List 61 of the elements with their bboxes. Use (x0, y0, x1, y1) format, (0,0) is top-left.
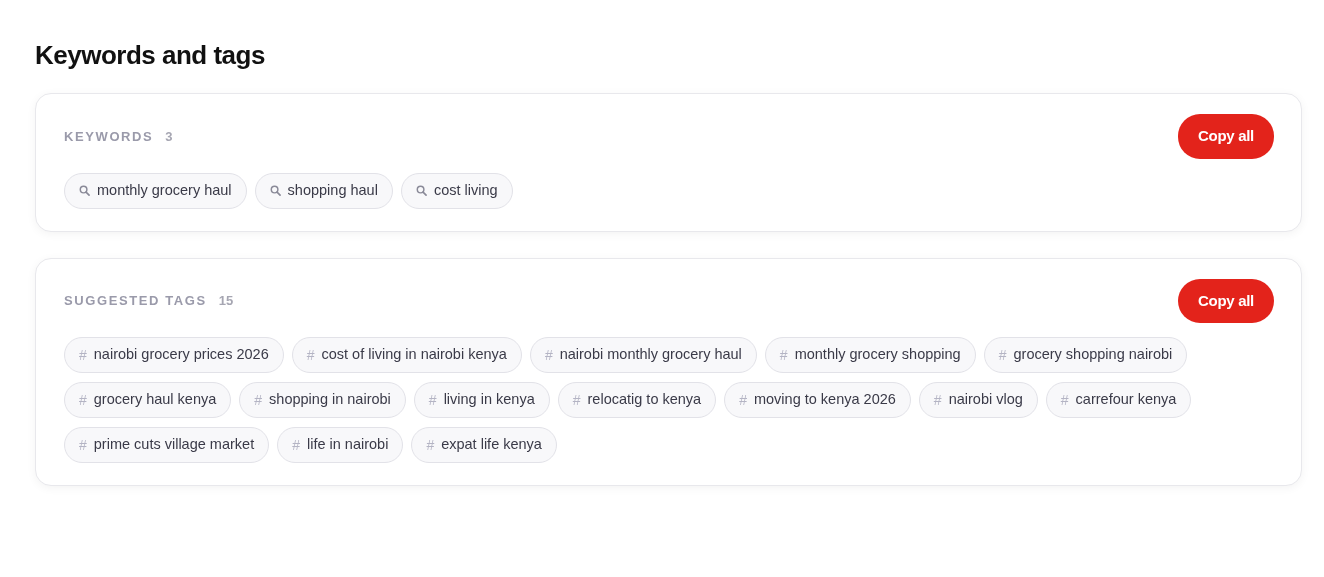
chip-text: expat life kenya (441, 435, 542, 455)
tag-chip[interactable]: # monthly grocery shopping (764, 337, 976, 374)
chip-text: shopping haul (287, 180, 378, 200)
chip-text: grocery haul kenya (93, 390, 217, 410)
chip-text: carrefour kenya (1075, 390, 1177, 410)
hash-mark: # (79, 390, 87, 410)
tag-chip[interactable]: # life in nairobi (277, 427, 404, 464)
tag-chip[interactable]: # nairobi monthly grocery haul (529, 337, 757, 374)
chip-text: cost living (433, 180, 498, 200)
tag-chip[interactable]: # moving to kenya 2026 (724, 382, 911, 419)
tag-chip[interactable]: # cost of living in nairobi kenya (291, 337, 522, 374)
hash-mark: # (739, 390, 747, 410)
chip-text: grocery shopping nairobi (1013, 345, 1173, 365)
hash-mark: # (254, 390, 263, 410)
keyword-chip[interactable]: shopping haul (254, 172, 393, 209)
search-icon (415, 185, 427, 197)
chip-text: monthly grocery haul (97, 180, 232, 200)
hash-mark: # (572, 390, 581, 410)
hash-mark: # (426, 435, 435, 455)
tag-chip[interactable]: # grocery shopping nairobi (983, 337, 1188, 374)
count-label: 3 (165, 127, 173, 146)
hash-mark: # (544, 345, 553, 365)
hash-mark: # (998, 345, 1007, 365)
hash-mark: # (292, 435, 300, 455)
hash-mark: # (428, 390, 437, 410)
chip-text: shopping in nairobi (269, 390, 391, 410)
chip-text: nairobi vlog (948, 390, 1023, 410)
section-heading: Keywords and tags (35, 40, 266, 72)
search-icon (79, 185, 90, 197)
chip-text: monthly grocery shopping (794, 345, 961, 365)
hash-mark: # (79, 435, 87, 455)
tag-chip[interactable]: # nairobi grocery prices 2026 (64, 337, 284, 374)
tag-chip[interactable]: # carrefour kenya (1045, 382, 1192, 419)
tag-chip[interactable]: # living in kenya (413, 382, 550, 419)
section-label: SUGGESTED TAGS (64, 292, 207, 311)
tag-chip[interactable]: # relocatig to kenya (557, 382, 717, 419)
hash-mark: # (79, 345, 87, 365)
count-label: 15 (218, 292, 234, 311)
hash-mark: # (306, 345, 315, 365)
tag-chip[interactable]: # prime cuts village market (64, 427, 270, 464)
chip-text: living in kenya (443, 390, 535, 410)
hash-mark: # (779, 345, 788, 365)
keyword-chip[interactable]: cost living (400, 172, 513, 209)
chip-text: relocatig to kenya (587, 390, 702, 410)
keyword-chip[interactable]: monthly grocery haul (64, 172, 247, 209)
chip-text: life in nairobi (306, 435, 389, 455)
chip-text: nairobi grocery prices 2026 (93, 345, 269, 365)
chip-text: cost of living in nairobi kenya (321, 345, 507, 365)
chip-text: prime cuts village market (93, 435, 255, 455)
chip-text: nairobi monthly grocery haul (559, 345, 742, 365)
tag-chip[interactable]: # expat life kenya (411, 427, 557, 464)
tag-chip[interactable]: # shopping in nairobi (239, 382, 406, 419)
hash-mark: # (933, 390, 942, 410)
copy-all-button[interactable]: Copy all (1178, 114, 1274, 159)
search-icon (269, 185, 281, 197)
hash-mark: # (1060, 390, 1069, 410)
copy-all-button[interactable]: Copy all (1178, 278, 1274, 324)
section-label: KEYWORDS (64, 127, 154, 146)
tag-chip[interactable]: # grocery haul kenya (64, 382, 232, 419)
chip-text: moving to kenya 2026 (753, 390, 896, 410)
tag-chip[interactable]: # nairobi vlog (918, 382, 1038, 419)
